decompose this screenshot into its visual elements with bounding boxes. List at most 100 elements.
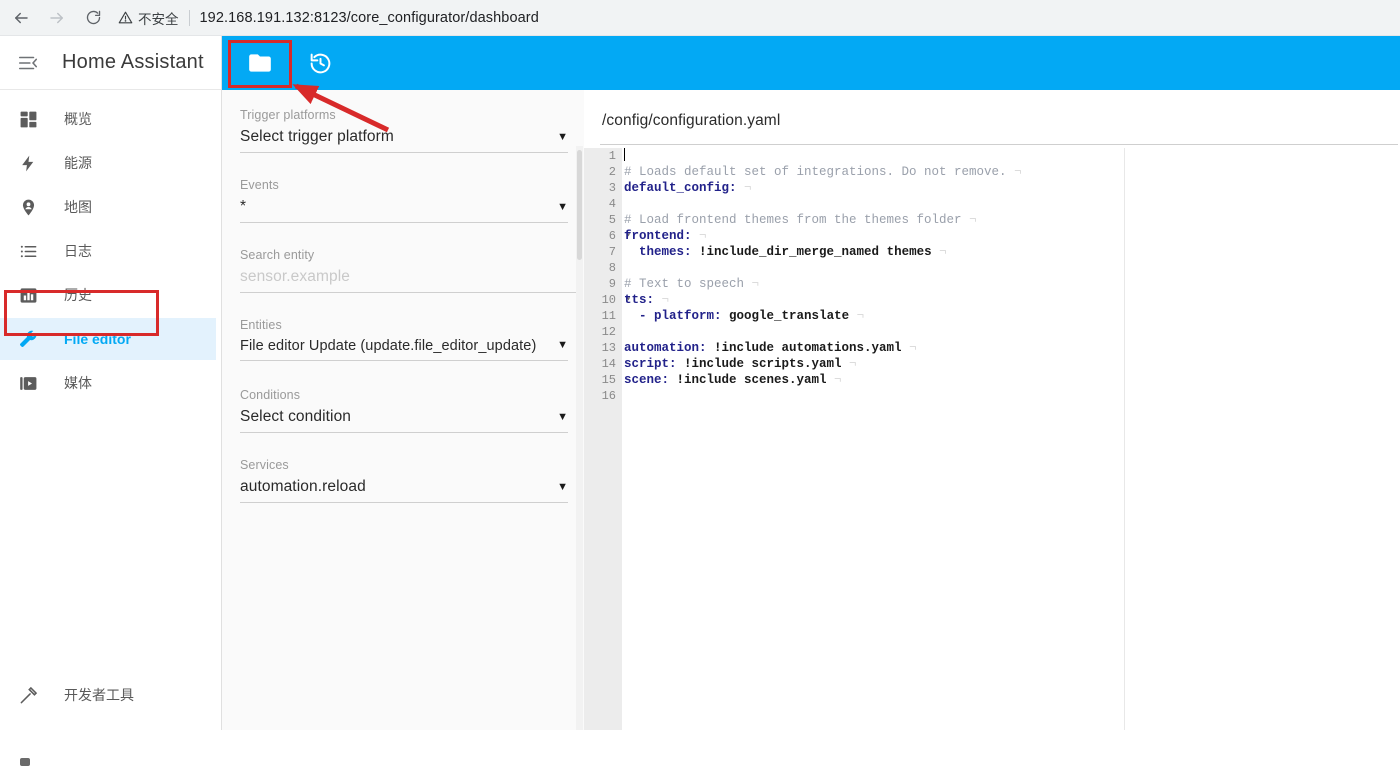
menu-collapse-icon[interactable] bbox=[6, 52, 50, 74]
app-toolbar bbox=[222, 36, 1400, 90]
code-token: # Load frontend themes from the themes f… bbox=[624, 213, 962, 227]
eol-marker: ¬ bbox=[736, 181, 752, 195]
code-token: # Text to speech bbox=[624, 277, 745, 291]
sidebar-item-energy[interactable]: 能源 bbox=[0, 142, 221, 184]
code-token: automation: bbox=[624, 341, 707, 355]
code-line[interactable]: script: !include scripts.yaml ¬ bbox=[624, 356, 1400, 372]
code-token: !include scenes.yaml bbox=[669, 373, 827, 387]
field-value: automation.reload bbox=[240, 478, 366, 495]
field-label: Entities bbox=[240, 318, 282, 332]
eol-marker: ¬ bbox=[841, 357, 857, 371]
eol-marker: ¬ bbox=[654, 293, 670, 307]
gutter-line-number: 8 bbox=[608, 261, 616, 275]
gutter-line-number: 6 ▾ bbox=[608, 229, 631, 243]
reload-icon[interactable] bbox=[78, 3, 108, 33]
code-line[interactable]: scene: !include scenes.yaml ¬ bbox=[624, 372, 1400, 388]
field-value: File editor Update (update.file_editor_u… bbox=[240, 338, 537, 354]
code-line[interactable]: # Load frontend themes from the themes f… bbox=[624, 212, 1400, 228]
sidebar-item-overview[interactable]: 概览 bbox=[0, 98, 221, 140]
eol-marker: ¬ bbox=[691, 229, 707, 243]
gutter-line-number: 1 bbox=[608, 149, 616, 163]
security-label: 不安全 bbox=[138, 11, 179, 27]
print-margin-guide bbox=[1124, 148, 1125, 730]
sidebar-footer-indicator bbox=[20, 758, 30, 766]
back-arrow-icon[interactable] bbox=[6, 3, 36, 33]
code-line[interactable]: # Loads default set of integrations. Do … bbox=[624, 164, 1400, 180]
sidebar-item-label: 概览 bbox=[64, 111, 92, 127]
conditions-select[interactable]: Select condition ▼ bbox=[240, 408, 568, 433]
list-bulleted-icon bbox=[14, 242, 42, 261]
chevron-down-icon[interactable]: ▼ bbox=[557, 202, 568, 213]
code-line[interactable]: tts: ¬ bbox=[624, 292, 1400, 308]
chevron-down-icon[interactable]: ▼ bbox=[557, 132, 568, 143]
trigger-platform-select[interactable]: Select trigger platform ▼ bbox=[240, 128, 568, 153]
sidebar-item-logbook[interactable]: 日志 bbox=[0, 230, 221, 272]
code-line[interactable]: - platform: google_translate ¬ bbox=[624, 308, 1400, 324]
code-editor[interactable]: 1 2 3 4 5 6 ▾ 7 8 9 10 ▾ 11 12 13 14 15 16 # Loads defaul… bbox=[584, 148, 1400, 730]
code-token: !include automations.yaml bbox=[706, 341, 902, 355]
eol-marker: ¬ bbox=[826, 373, 842, 387]
code-line[interactable] bbox=[624, 388, 1400, 404]
eol-marker: ¬ bbox=[744, 277, 760, 291]
sidebar-item-file-editor[interactable]: File editor bbox=[0, 318, 216, 360]
editor-gutter: 1 2 3 4 5 6 ▾ 7 8 9 10 ▾ 11 12 13 14 15 16 bbox=[584, 148, 631, 730]
code-line[interactable]: frontend: ¬ bbox=[624, 228, 1400, 244]
gutter-line-number: 11 bbox=[601, 309, 616, 323]
chevron-down-icon[interactable]: ▼ bbox=[557, 340, 568, 351]
code-line[interactable]: themes: !include_dir_merge_named themes … bbox=[624, 244, 1400, 260]
sidebar-item-map[interactable]: 地图 bbox=[0, 186, 221, 228]
field-services: Services automation.reload ▼ bbox=[240, 458, 568, 503]
code-token: scene: bbox=[624, 373, 670, 387]
code-line[interactable] bbox=[624, 260, 1400, 276]
code-token: frontend: bbox=[624, 229, 692, 243]
history-restore-icon[interactable] bbox=[296, 39, 344, 87]
url-text: 192.168.191.132:8123/core_configurator/d… bbox=[199, 9, 539, 26]
code-line[interactable]: automation: !include automations.yaml ¬ bbox=[624, 340, 1400, 356]
eol-marker: ¬ bbox=[901, 341, 917, 355]
search-entity-input[interactable]: sensor.example bbox=[240, 268, 350, 286]
search-entity-input-row[interactable]: sensor.example bbox=[240, 268, 580, 293]
code-token: default_config: bbox=[624, 181, 737, 195]
chevron-down-icon[interactable]: ▼ bbox=[557, 412, 568, 423]
map-marker-account-icon bbox=[14, 198, 42, 217]
services-select[interactable]: automation.reload ▼ bbox=[240, 478, 568, 503]
field-label: Services bbox=[240, 458, 289, 472]
gutter-line-number: 14 bbox=[601, 357, 616, 371]
forward-arrow-icon[interactable] bbox=[42, 3, 72, 33]
hammer-wrench-icon bbox=[14, 686, 42, 705]
gutter-line-number: 10 ▾ bbox=[601, 293, 631, 307]
file-path-input[interactable]: /config/configuration.yaml bbox=[602, 112, 780, 130]
media-play-box-icon bbox=[14, 374, 42, 393]
field-conditions: Conditions Select condition ▼ bbox=[240, 388, 568, 433]
code-token: platform: bbox=[654, 309, 722, 323]
events-select[interactable]: * ▼ bbox=[240, 198, 568, 223]
editor-code-area[interactable]: # Loads default set of integrations. Do … bbox=[624, 148, 1400, 730]
code-line[interactable]: default_config: ¬ bbox=[624, 180, 1400, 196]
sidebar-item-developer-tools[interactable]: 开发者工具 bbox=[0, 674, 222, 716]
sidebar-item-media[interactable]: 媒体 bbox=[0, 362, 221, 404]
code-line[interactable] bbox=[624, 148, 1400, 164]
browser-chrome: 不安全 192.168.191.132:8123/core_configurat… bbox=[0, 0, 1400, 36]
code-line[interactable] bbox=[624, 196, 1400, 212]
config-panel-scrollbar-thumb[interactable] bbox=[577, 150, 582, 260]
code-token: !include_dir_merge_named themes bbox=[691, 245, 932, 259]
sidebar: Home Assistant 概览 能源 地图 日志 历史 File edito… bbox=[0, 36, 222, 766]
sidebar-item-label: 媒体 bbox=[64, 375, 92, 391]
lightning-bolt-icon bbox=[14, 154, 42, 173]
gutter-line-number: 15 bbox=[601, 373, 616, 387]
sidebar-item-history[interactable]: 历史 bbox=[0, 274, 221, 316]
field-events: Events * ▼ bbox=[240, 178, 568, 223]
folder-icon[interactable] bbox=[236, 39, 284, 87]
entities-select[interactable]: File editor Update (update.file_editor_u… bbox=[240, 338, 568, 361]
field-label: Conditions bbox=[240, 388, 301, 402]
code-line[interactable]: # Text to speech ¬ bbox=[624, 276, 1400, 292]
field-search-entity: Search entity sensor.example bbox=[240, 248, 580, 293]
security-status[interactable]: 不安全 bbox=[118, 8, 179, 28]
code-line[interactable] bbox=[624, 324, 1400, 340]
sidebar-nav-list: 概览 能源 地图 日志 历史 File editor 媒体 bbox=[0, 90, 221, 404]
warning-triangle-icon bbox=[118, 10, 133, 25]
gutter-line-number: 9 bbox=[608, 277, 616, 291]
chevron-down-icon[interactable]: ▼ bbox=[557, 482, 568, 493]
address-bar[interactable]: 不安全 192.168.191.132:8123/core_configurat… bbox=[118, 5, 1390, 31]
field-label: Events bbox=[240, 178, 279, 192]
